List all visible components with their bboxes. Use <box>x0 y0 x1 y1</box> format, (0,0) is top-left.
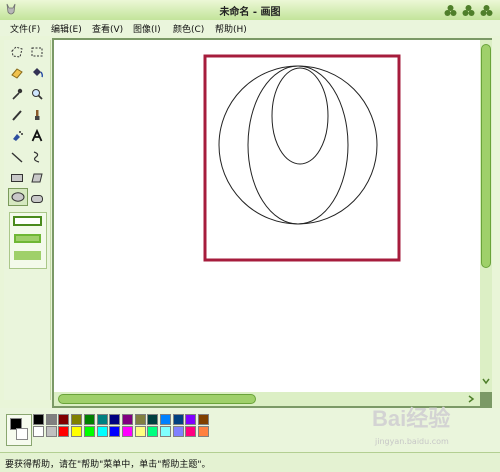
ellipse-icon <box>11 192 25 202</box>
watermark-url: jingyan.baidu.com <box>375 437 449 446</box>
line-tool[interactable] <box>9 149 25 165</box>
magnifier-tool[interactable] <box>29 86 45 102</box>
rounded-rectangle-tool[interactable] <box>29 191 45 207</box>
color-swatch[interactable] <box>58 426 70 437</box>
menu-bar: 文件(F) 编辑(E) 查看(V) 图像(I) 颜色(C) 帮助(H) <box>0 20 500 36</box>
color-swatch[interactable] <box>134 414 146 425</box>
fill-style-options <box>9 212 47 269</box>
rectangle-tool[interactable] <box>9 170 25 186</box>
menu-colors[interactable]: 颜色(C) <box>173 22 204 35</box>
horizontal-scroll-thumb[interactable] <box>58 394 256 404</box>
outline-only-option[interactable] <box>13 216 42 226</box>
color-swatch[interactable] <box>71 414 83 425</box>
rect-select-icon <box>31 47 43 57</box>
color-swatch[interactable] <box>147 426 159 437</box>
status-bar: 要获得帮助，请在"帮助"菜单中，单击"帮助主题"。 <box>0 452 500 472</box>
color-swatch[interactable] <box>134 426 146 437</box>
fill-only-option[interactable] <box>14 251 41 260</box>
free-select-tool[interactable] <box>9 44 25 60</box>
color-swatch[interactable] <box>147 414 159 425</box>
color-swatch[interactable] <box>160 426 171 437</box>
airbrush-tool[interactable] <box>9 128 25 144</box>
vertical-scrollbar[interactable] <box>480 40 492 392</box>
eraser-icon <box>11 68 23 79</box>
menu-help[interactable]: 帮助(H) <box>215 22 247 35</box>
color-swatch[interactable] <box>198 426 210 437</box>
menu-file[interactable]: 文件(F) <box>10 22 40 35</box>
color-swatch[interactable] <box>160 414 171 425</box>
color-swatch[interactable] <box>45 414 57 425</box>
free-select-icon <box>11 46 23 58</box>
close-icon[interactable] <box>480 4 493 17</box>
color-swatch[interactable] <box>83 414 95 425</box>
color-swatch[interactable] <box>198 414 210 425</box>
color-swatch[interactable] <box>121 414 133 425</box>
text-icon <box>31 129 43 142</box>
vertical-scroll-thumb[interactable] <box>481 44 491 268</box>
status-text: 要获得帮助，请在"帮助"菜单中，单击"帮助主题"。 <box>5 460 211 470</box>
maximize-icon[interactable] <box>462 4 475 17</box>
rounded-rectangle-icon <box>31 195 43 203</box>
color-swatch[interactable] <box>185 414 197 425</box>
curve-icon <box>33 151 40 163</box>
text-tool[interactable] <box>29 128 45 144</box>
highlight-rectangle <box>203 54 401 262</box>
color-swatch[interactable] <box>109 426 121 437</box>
color-swatch[interactable] <box>109 414 121 425</box>
rectangle-icon <box>11 174 23 182</box>
pencil-icon <box>12 110 22 121</box>
minimize-icon[interactable] <box>444 4 457 17</box>
canvas-drawing <box>203 54 401 262</box>
baidu-jingyan-watermark: Bai经验 <box>372 406 450 431</box>
svg-text:Bai经验: Bai经验 <box>372 406 450 431</box>
fill-bucket-icon <box>33 68 44 78</box>
color-swatch[interactable] <box>121 426 133 437</box>
color-swatch[interactable] <box>33 426 44 437</box>
color-swatch[interactable] <box>71 426 83 437</box>
polygon-icon <box>31 173 43 183</box>
toolbox <box>4 40 51 400</box>
color-swatch[interactable] <box>185 426 197 437</box>
color-swatch[interactable] <box>58 414 70 425</box>
menu-image[interactable]: 图像(I) <box>133 22 161 35</box>
color-swatch[interactable] <box>172 414 184 425</box>
magnifier-icon <box>32 89 43 100</box>
drawing-canvas[interactable] <box>54 40 480 392</box>
menu-view[interactable]: 查看(V) <box>92 22 123 35</box>
outline-fill-option[interactable] <box>14 234 41 243</box>
fill-tool[interactable] <box>29 65 45 81</box>
pencil-tool[interactable] <box>9 107 25 123</box>
curve-tool[interactable] <box>29 149 45 165</box>
color-picker-tool[interactable] <box>9 86 25 102</box>
color-swatch[interactable] <box>96 426 108 437</box>
outer-circle <box>218 65 378 225</box>
color-swatch[interactable] <box>33 414 44 425</box>
scroll-down-icon[interactable] <box>481 376 491 386</box>
line-icon <box>11 152 23 163</box>
inner-ellipse <box>271 67 329 165</box>
eraser-tool[interactable] <box>9 65 25 81</box>
brush-icon <box>35 110 40 120</box>
menu-edit[interactable]: 编辑(E) <box>51 22 82 35</box>
brush-tool[interactable] <box>29 107 45 123</box>
ellipse-tool[interactable] <box>8 188 28 206</box>
eyedropper-icon <box>12 88 23 100</box>
polygon-tool[interactable] <box>29 170 45 186</box>
title-bar: 未命名 - 画图 <box>0 0 500 21</box>
color-swatch[interactable] <box>96 414 108 425</box>
color-swatch[interactable] <box>83 426 95 437</box>
middle-ellipse <box>247 65 349 225</box>
color-swatch[interactable] <box>172 426 184 437</box>
airbrush-icon <box>13 131 23 141</box>
color-swatch[interactable] <box>45 426 57 437</box>
background-color[interactable] <box>16 428 28 440</box>
window-title: 未命名 - 画图 <box>219 7 281 18</box>
current-colors[interactable] <box>6 414 32 446</box>
rect-select-tool[interactable] <box>29 44 45 60</box>
